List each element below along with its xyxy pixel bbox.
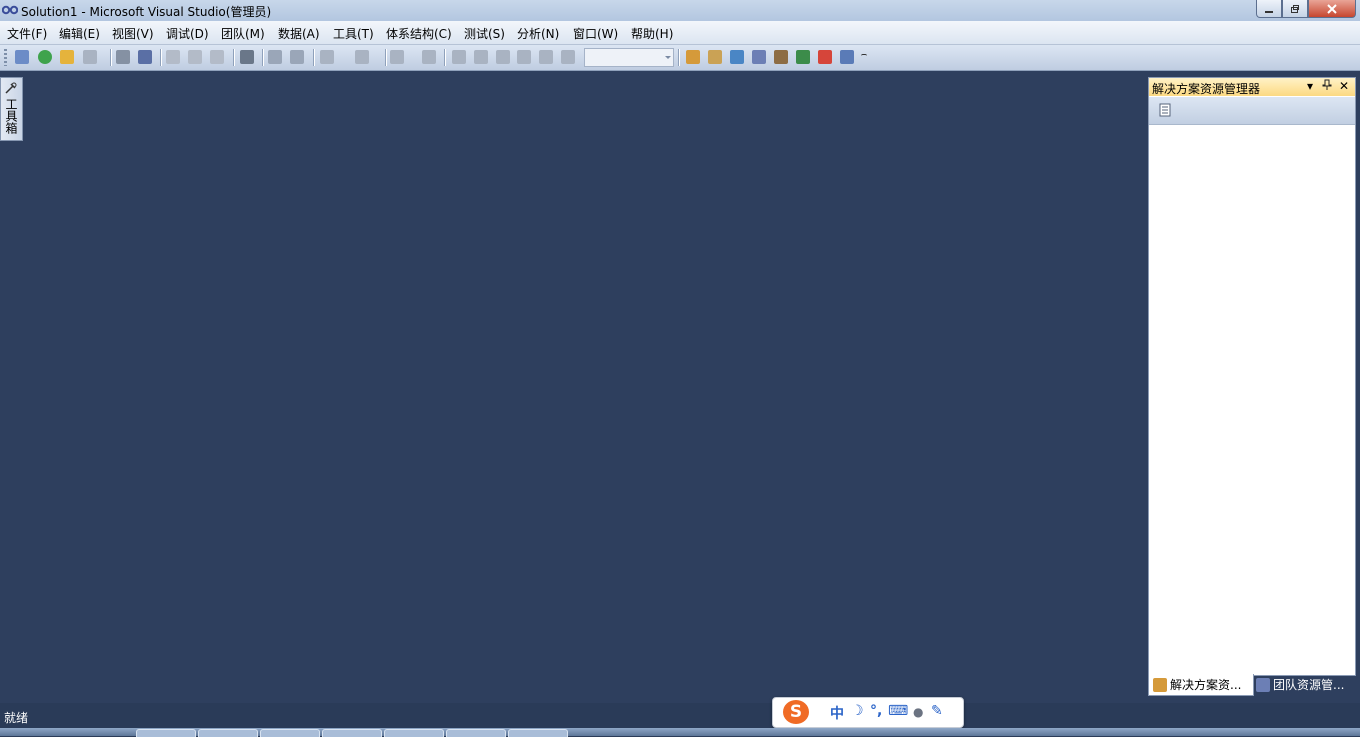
save-all-icon[interactable] <box>138 50 152 64</box>
status-bar: 就绪 <box>0 703 1360 728</box>
chevron-down-icon <box>665 56 671 59</box>
punctuation-icon[interactable]: °, <box>870 703 882 719</box>
tab-team-explorer[interactable]: 团队资源管... <box>1252 674 1360 695</box>
user-icon[interactable]: ● <box>913 705 923 719</box>
tab-solution-explorer[interactable]: 解决方案资... <box>1148 674 1254 696</box>
step-out-icon[interactable] <box>561 50 575 64</box>
toolbox-tab[interactable]: 工具箱 <box>0 77 23 141</box>
tab-solution-explorer-label: 解决方案资... <box>1170 678 1242 692</box>
pause-icon[interactable] <box>474 50 488 64</box>
toolbar-separator <box>678 49 680 66</box>
step-over-icon[interactable] <box>539 50 553 64</box>
toolbar-grip[interactable] <box>4 49 7 66</box>
show-all-files-icon[interactable] <box>1157 103 1173 118</box>
toolbar-overflow-icon[interactable] <box>861 54 867 63</box>
close-icon <box>1327 3 1337 14</box>
menu-edit[interactable]: 编辑(E) <box>59 25 100 42</box>
toolbox-icon[interactable] <box>774 50 788 64</box>
start-page-icon[interactable] <box>840 50 854 64</box>
window-controls <box>1256 0 1356 18</box>
extension-manager-icon[interactable] <box>796 50 810 64</box>
toolbar-separator <box>262 49 264 66</box>
solution-explorer-icon <box>1153 677 1167 692</box>
find-icon[interactable] <box>240 50 254 64</box>
solution-explorer-panel: 解决方案资源管理器 ▾ ✕ <box>1148 77 1356 676</box>
new-project-icon[interactable] <box>15 50 29 64</box>
add-item-icon[interactable] <box>38 50 52 64</box>
window-title: Solution1 - Microsoft Visual Studio(管理员) <box>21 5 272 19</box>
team-explorer-icon <box>1256 677 1270 692</box>
toolbox-label: 工具箱 <box>4 98 18 134</box>
menu-team[interactable]: 团队(M) <box>221 25 265 42</box>
cut-icon[interactable] <box>166 50 180 64</box>
menu-tools[interactable]: 工具(T) <box>333 25 374 42</box>
stop-icon[interactable] <box>496 50 510 64</box>
properties-icon[interactable] <box>708 50 722 64</box>
toolbar-separator <box>160 49 162 66</box>
keyboard-icon[interactable]: ⌨ <box>888 703 908 719</box>
menu-bar: 文件(F) 编辑(E) 视图(V) 调试(D) 团队(M) 数据(A) 工具(T… <box>0 21 1360 45</box>
undo-icon[interactable] <box>320 50 334 64</box>
toolbox-icon <box>5 82 17 94</box>
title-bar: Solution1 - Microsoft Visual Studio(管理员) <box>0 0 1360 21</box>
toolbar-separator <box>110 49 112 66</box>
panel-dropdown-icon[interactable]: ▾ <box>1303 79 1317 93</box>
start-debug-icon[interactable] <box>452 50 466 64</box>
navigate-back-icon[interactable] <box>390 50 404 64</box>
team-explorer-icon[interactable] <box>752 50 766 64</box>
menu-debug[interactable]: 调试(D) <box>166 25 209 42</box>
visual-studio-logo-icon <box>2 5 18 15</box>
solution-config-combo[interactable] <box>584 48 674 67</box>
standard-toolbar <box>0 45 1360 71</box>
save-icon[interactable] <box>116 50 130 64</box>
menu-analyze[interactable]: 分析(N) <box>517 25 559 42</box>
ime-mode-toggle[interactable]: 中 <box>830 703 844 723</box>
solution-explorer-icon[interactable] <box>686 50 700 64</box>
sogou-logo-icon[interactable]: S <box>783 700 809 724</box>
restore-icon <box>1291 4 1299 13</box>
comment-icon[interactable] <box>268 50 282 64</box>
error-list-icon[interactable] <box>818 50 832 64</box>
solution-explorer-header: 解决方案资源管理器 ▾ ✕ <box>1149 78 1355 96</box>
moon-icon[interactable]: ☽ <box>851 703 864 719</box>
toolbar-separator <box>313 49 315 66</box>
step-into-icon[interactable] <box>517 50 531 64</box>
open-icon[interactable] <box>60 50 74 64</box>
menu-window[interactable]: 窗口(W) <box>573 25 618 42</box>
menu-file[interactable]: 文件(F) <box>7 25 47 42</box>
navigate-forward-icon[interactable] <box>422 50 436 64</box>
toolbar-separator <box>385 49 387 66</box>
layout-icon[interactable] <box>83 50 97 64</box>
minimize-button[interactable] <box>1256 0 1282 18</box>
toolbar-separator <box>233 49 235 66</box>
close-button[interactable] <box>1308 0 1356 18</box>
copy-icon[interactable] <box>188 50 202 64</box>
menu-data[interactable]: 数据(A) <box>278 25 320 42</box>
panel-close-icon[interactable]: ✕ <box>1337 79 1351 93</box>
restore-button[interactable] <box>1282 0 1308 18</box>
editor-workspace: 工具箱 解决方案资源管理器 ▾ ✕ 解决方案资... 团队资源管... <box>0 71 1360 703</box>
menu-view[interactable]: 视图(V) <box>112 25 154 42</box>
object-browser-icon[interactable] <box>730 50 744 64</box>
paste-icon[interactable] <box>210 50 224 64</box>
tab-team-explorer-label: 团队资源管... <box>1273 678 1345 692</box>
redo-icon[interactable] <box>355 50 369 64</box>
toolbar-separator <box>444 49 446 66</box>
wrench-icon[interactable]: ✎ <box>931 703 943 719</box>
panel-tabs: 解决方案资... 团队资源管... <box>1148 674 1360 696</box>
uncomment-icon[interactable] <box>290 50 304 64</box>
menu-test[interactable]: 测试(S) <box>464 25 505 42</box>
pin-icon[interactable] <box>1320 79 1334 93</box>
menu-help[interactable]: 帮助(H) <box>631 25 673 42</box>
status-text: 就绪 <box>4 711 29 725</box>
taskbar <box>0 728 1360 737</box>
minimize-icon <box>1265 10 1273 13</box>
solution-explorer-title: 解决方案资源管理器 <box>1152 82 1261 96</box>
solution-explorer-toolbar <box>1149 97 1355 125</box>
ime-toolbar: S 中 ☽ °, ⌨ ● ✎ <box>772 697 964 728</box>
menu-architecture[interactable]: 体系结构(C) <box>386 25 452 42</box>
